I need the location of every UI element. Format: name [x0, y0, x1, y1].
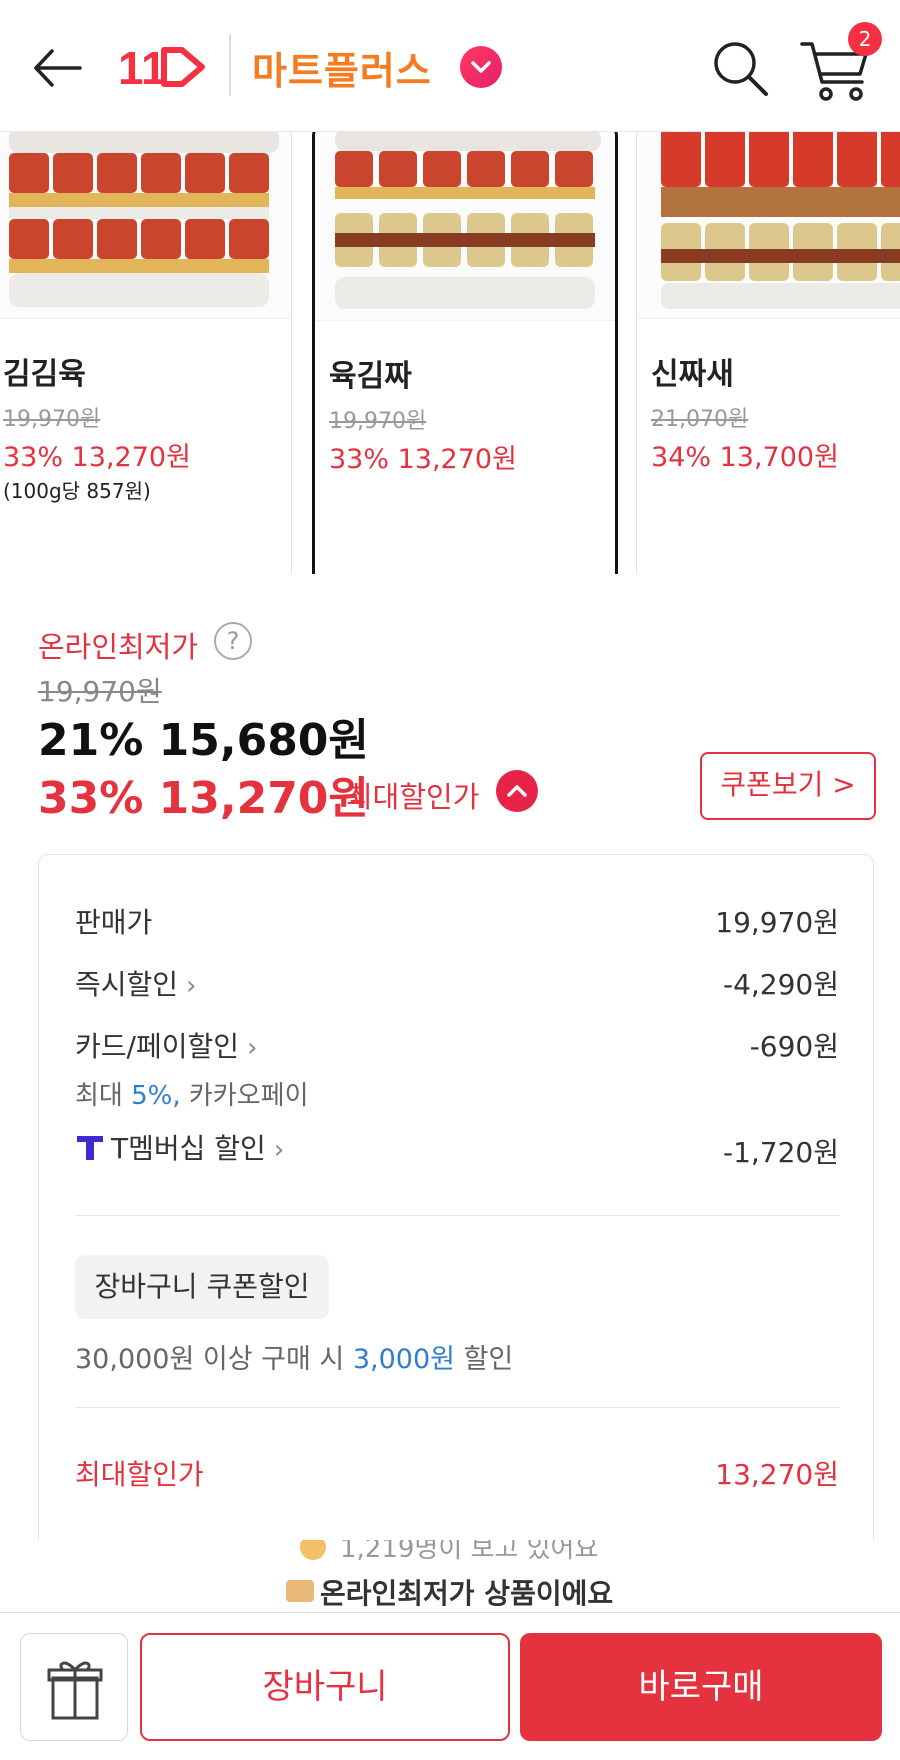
arrow-left-icon	[34, 49, 82, 87]
divider	[75, 1215, 839, 1216]
tmember-discount-value: -1,720원	[722, 1136, 839, 1169]
back-button[interactable]	[28, 38, 88, 98]
card-discount-value: -690원	[749, 1030, 839, 1063]
product-sale-price: 33% 13,270원	[3, 442, 191, 473]
card-discount-label: 카드/페이할인	[75, 1030, 239, 1063]
product-name: 신짜새	[651, 357, 734, 392]
max-discount-row-label: 최대할인가	[75, 1458, 204, 1491]
search-icon	[714, 42, 768, 96]
view-coupons-button[interactable]: 쿠폰보기 >	[700, 752, 876, 820]
product-sale-price: 34% 13,700원	[651, 442, 839, 473]
chevron-right-icon: ›	[247, 1033, 258, 1063]
card-discount-row[interactable]: 카드/페이할인 ›	[75, 1025, 257, 1065]
eleven-street-logo[interactable]: 11	[118, 42, 208, 94]
cart-coupon-chip: 장바구니 쿠폰할인	[75, 1255, 329, 1319]
bottom-action-bar: 장바구니 바로구매	[0, 1612, 900, 1760]
product-card[interactable]: 신짜새 21,070원 34% 13,700원	[636, 132, 900, 574]
discount-breakdown: 판매가 19,970원 즉시할인 › -4,290원 카드/페이할인 › -690원…	[38, 854, 874, 1554]
product-card[interactable]: 김김육 19,970원 33% 13,270원 (100g당 857원)	[0, 132, 292, 574]
product-original-price: 19,970원	[3, 407, 101, 432]
lowest-price-notice: 온라인최저가 상품이에요	[320, 1577, 614, 1610]
logo-text: 11	[118, 42, 167, 92]
product-carousel[interactable]: 김김육 19,970원 33% 13,270원 (100g당 857원) 육김짜…	[0, 132, 900, 574]
store-name[interactable]: 마트플러스	[252, 40, 432, 95]
chevron-up-icon[interactable]	[496, 770, 538, 812]
product-original-price: 21,070원	[651, 407, 749, 432]
chevron-right-icon: ›	[186, 971, 197, 1001]
floating-info-banner: 1,219명이 보고 있어요 온라인최저가 상품이에요	[0, 1540, 900, 1612]
top-header: 11 마트플러스 2	[0, 0, 900, 132]
gift-button[interactable]	[20, 1633, 128, 1741]
price-summary: 온라인최저가 ? 19,970원 21% 15,680원 33% 13,270원…	[0, 574, 900, 844]
lowest-price-label: 온라인최저가	[38, 630, 199, 664]
gift-icon	[47, 1661, 103, 1720]
chevron-down-badge-icon[interactable]	[460, 46, 502, 88]
product-name: 김김육	[3, 357, 86, 392]
add-to-cart-button[interactable]: 장바구니	[140, 1633, 510, 1741]
discounted-price: 21% 15,680원	[38, 715, 369, 766]
instant-discount-row[interactable]: 즉시할인 ›	[75, 963, 196, 1003]
buy-now-button[interactable]: 바로구매	[520, 1633, 882, 1741]
instant-discount-value: -4,290원	[722, 968, 839, 1001]
product-image	[637, 132, 900, 319]
sale-price-label: 판매가	[75, 906, 153, 939]
product-unit-price: (100g당 857원)	[3, 479, 151, 503]
help-icon[interactable]: ?	[214, 622, 252, 660]
crown-icon	[300, 1540, 326, 1560]
tmember-discount-label: T멤버십 할인	[111, 1132, 266, 1165]
product-image	[0, 132, 291, 319]
box-icon	[286, 1580, 314, 1602]
product-card-selected[interactable]: 육김짜 19,970원 33% 13,270원	[312, 132, 618, 574]
viewers-text: 1,219명이 보고 있어요	[340, 1540, 599, 1564]
logo-divider	[229, 34, 231, 96]
tmember-discount-row[interactable]: T멤버십 할인 ›	[75, 1127, 284, 1169]
max-discount-label: 최대할인가	[346, 780, 480, 814]
tmembership-icon	[75, 1132, 105, 1169]
cart-coupon-description: 30,000원 이상 구매 시 3,000원 할인	[75, 1344, 514, 1375]
product-image	[315, 132, 615, 321]
card-discount-note: 최대 5%, 카카오페이	[75, 1081, 309, 1111]
product-original-price: 19,970원	[329, 409, 427, 434]
instant-discount-label: 즉시할인	[75, 968, 179, 1001]
search-button[interactable]	[708, 36, 772, 100]
divider	[75, 1407, 839, 1408]
max-discount-row-value: 13,270원	[715, 1458, 839, 1491]
chevron-right-icon: ›	[273, 1135, 285, 1165]
sale-price-value: 19,970원	[715, 906, 839, 939]
product-name: 육김짜	[329, 359, 412, 394]
product-sale-price: 33% 13,270원	[329, 444, 517, 475]
max-discount-price: 33% 13,270원	[38, 773, 369, 824]
cart-count-badge: 2	[848, 22, 882, 56]
